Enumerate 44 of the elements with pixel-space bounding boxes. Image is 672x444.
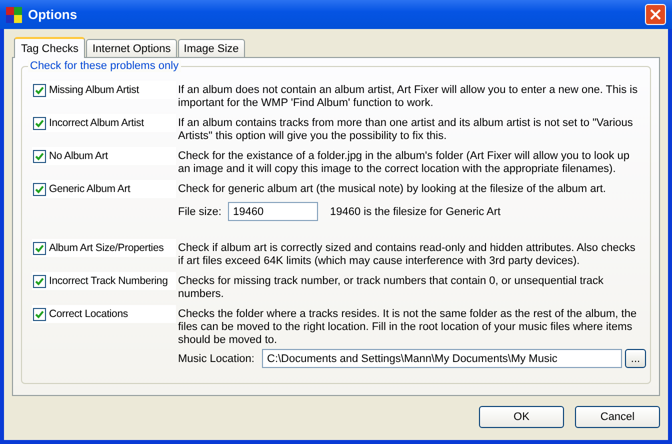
option-description: Check if album art is correctly sized and contains read-only and hidden attributes. Also checks if art files exceed 64K limits (which may cause interference with 3rd party devices).	[178, 241, 636, 268]
checkbox-label: Missing Album Artist	[49, 84, 139, 97]
checkbox[interactable]	[33, 84, 46, 97]
browse-button[interactable]: ...	[625, 349, 646, 368]
tab[interactable]: Internet Options	[86, 39, 177, 57]
checkmark-icon	[35, 244, 44, 253]
field-note: 19460 is the filesize for Generic Art	[330, 206, 501, 218]
checkbox[interactable]	[33, 242, 46, 255]
option-description: Check for generic album art (the musical note) by looking at the filesize of the album art.	[178, 182, 607, 196]
checkmark-icon	[35, 185, 44, 194]
field-label: File size:	[178, 206, 222, 218]
checkbox[interactable]	[33, 150, 46, 163]
option-description: Check for the existance of a folder.jpg in the album's folder (Art Fixer will allow you to look up an image and it will copy this image to the correct location with the appropriate filenames).	[178, 149, 630, 176]
checkbox[interactable]	[33, 183, 46, 196]
close-icon	[650, 9, 661, 20]
checkmark-icon	[35, 119, 44, 128]
checkmark-icon	[35, 86, 44, 95]
cancel-button[interactable]: Cancel	[575, 406, 660, 428]
field-label: Music Location:	[178, 352, 256, 364]
close-button[interactable]	[645, 4, 666, 25]
option-description: If an album does not contain an album artist, Art Fixer will allow you to enter a new one. This is important for the WMP 'Find Album' function to work.	[178, 83, 639, 110]
checkbox-label: Incorrect Track Numbering	[49, 275, 168, 288]
checkbox[interactable]	[33, 275, 46, 288]
checkbox-label: Album Art Size/Properties	[49, 242, 164, 255]
checkbox[interactable]	[33, 308, 46, 321]
app-icon	[6, 6, 22, 22]
music-location-field[interactable]: C:\Documents and Settings\Mann\My Documents\My Music	[262, 349, 622, 368]
checkbox[interactable]	[33, 117, 46, 130]
checkmark-icon	[35, 310, 44, 319]
option-description: Checks for missing track number, or track numbers that contain 0, or unsequential track numbers.	[178, 274, 605, 301]
tab[interactable]: Tag Checks	[14, 37, 86, 58]
checkbox-label: Correct Locations	[49, 308, 128, 321]
checkbox-label: Incorrect Album Artist	[49, 117, 144, 130]
checkmark-icon	[35, 152, 44, 161]
option-description: If an album contains tracks from more than one artist and its album artist is not set to "Various Artists" this option will give you the possibility to fix this.	[178, 116, 634, 143]
ok-button[interactable]: OK	[479, 406, 564, 428]
option-description: Checks the folder where a tracks resides. It is not the same folder as the rest of the album, the files can be moved to the right location. Fill in the root location of your music files where items should be moved to.	[178, 307, 638, 347]
window-title: Options	[28, 7, 78, 22]
checkbox-label: Generic Album Art	[49, 183, 130, 196]
file-size-field[interactable]: 19460	[228, 202, 318, 221]
group-title: Check for these problems only	[28, 60, 181, 72]
checkmark-icon	[35, 277, 44, 286]
tab[interactable]: Image Size	[178, 39, 245, 57]
checkbox-label: No Album Art	[49, 150, 108, 163]
